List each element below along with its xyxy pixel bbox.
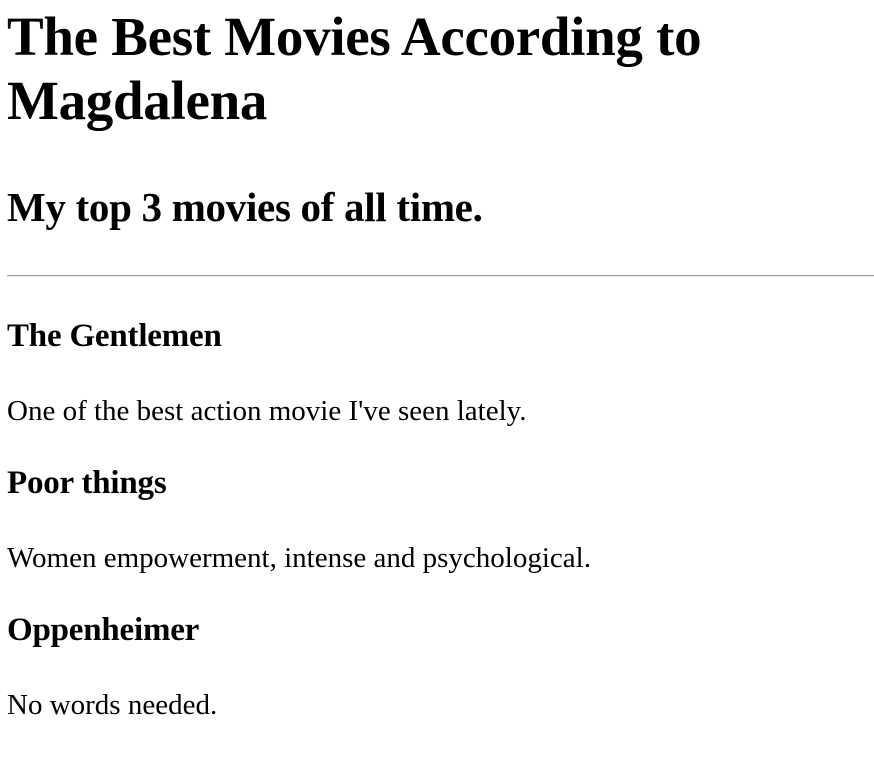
movie-title: Oppenheimer (7, 612, 200, 648)
movie-title: Poor things (7, 465, 167, 501)
movie-title: The Gentlemen (7, 318, 222, 354)
movie-description: No words needed. (7, 689, 218, 721)
page-subtitle: My top 3 movies of all time. (7, 184, 483, 230)
movie-description: Women empowerment, intense and psycholog… (7, 542, 591, 574)
divider (7, 275, 874, 277)
page-content: The Best Movies According to Magdalena M… (0, 5, 874, 722)
movie-list: The Gentlemen One of the best action mov… (7, 317, 874, 722)
movie-description: One of the best action movie I've seen l… (7, 395, 527, 427)
page-title: The Best Movies According to Magdalena (7, 6, 702, 131)
